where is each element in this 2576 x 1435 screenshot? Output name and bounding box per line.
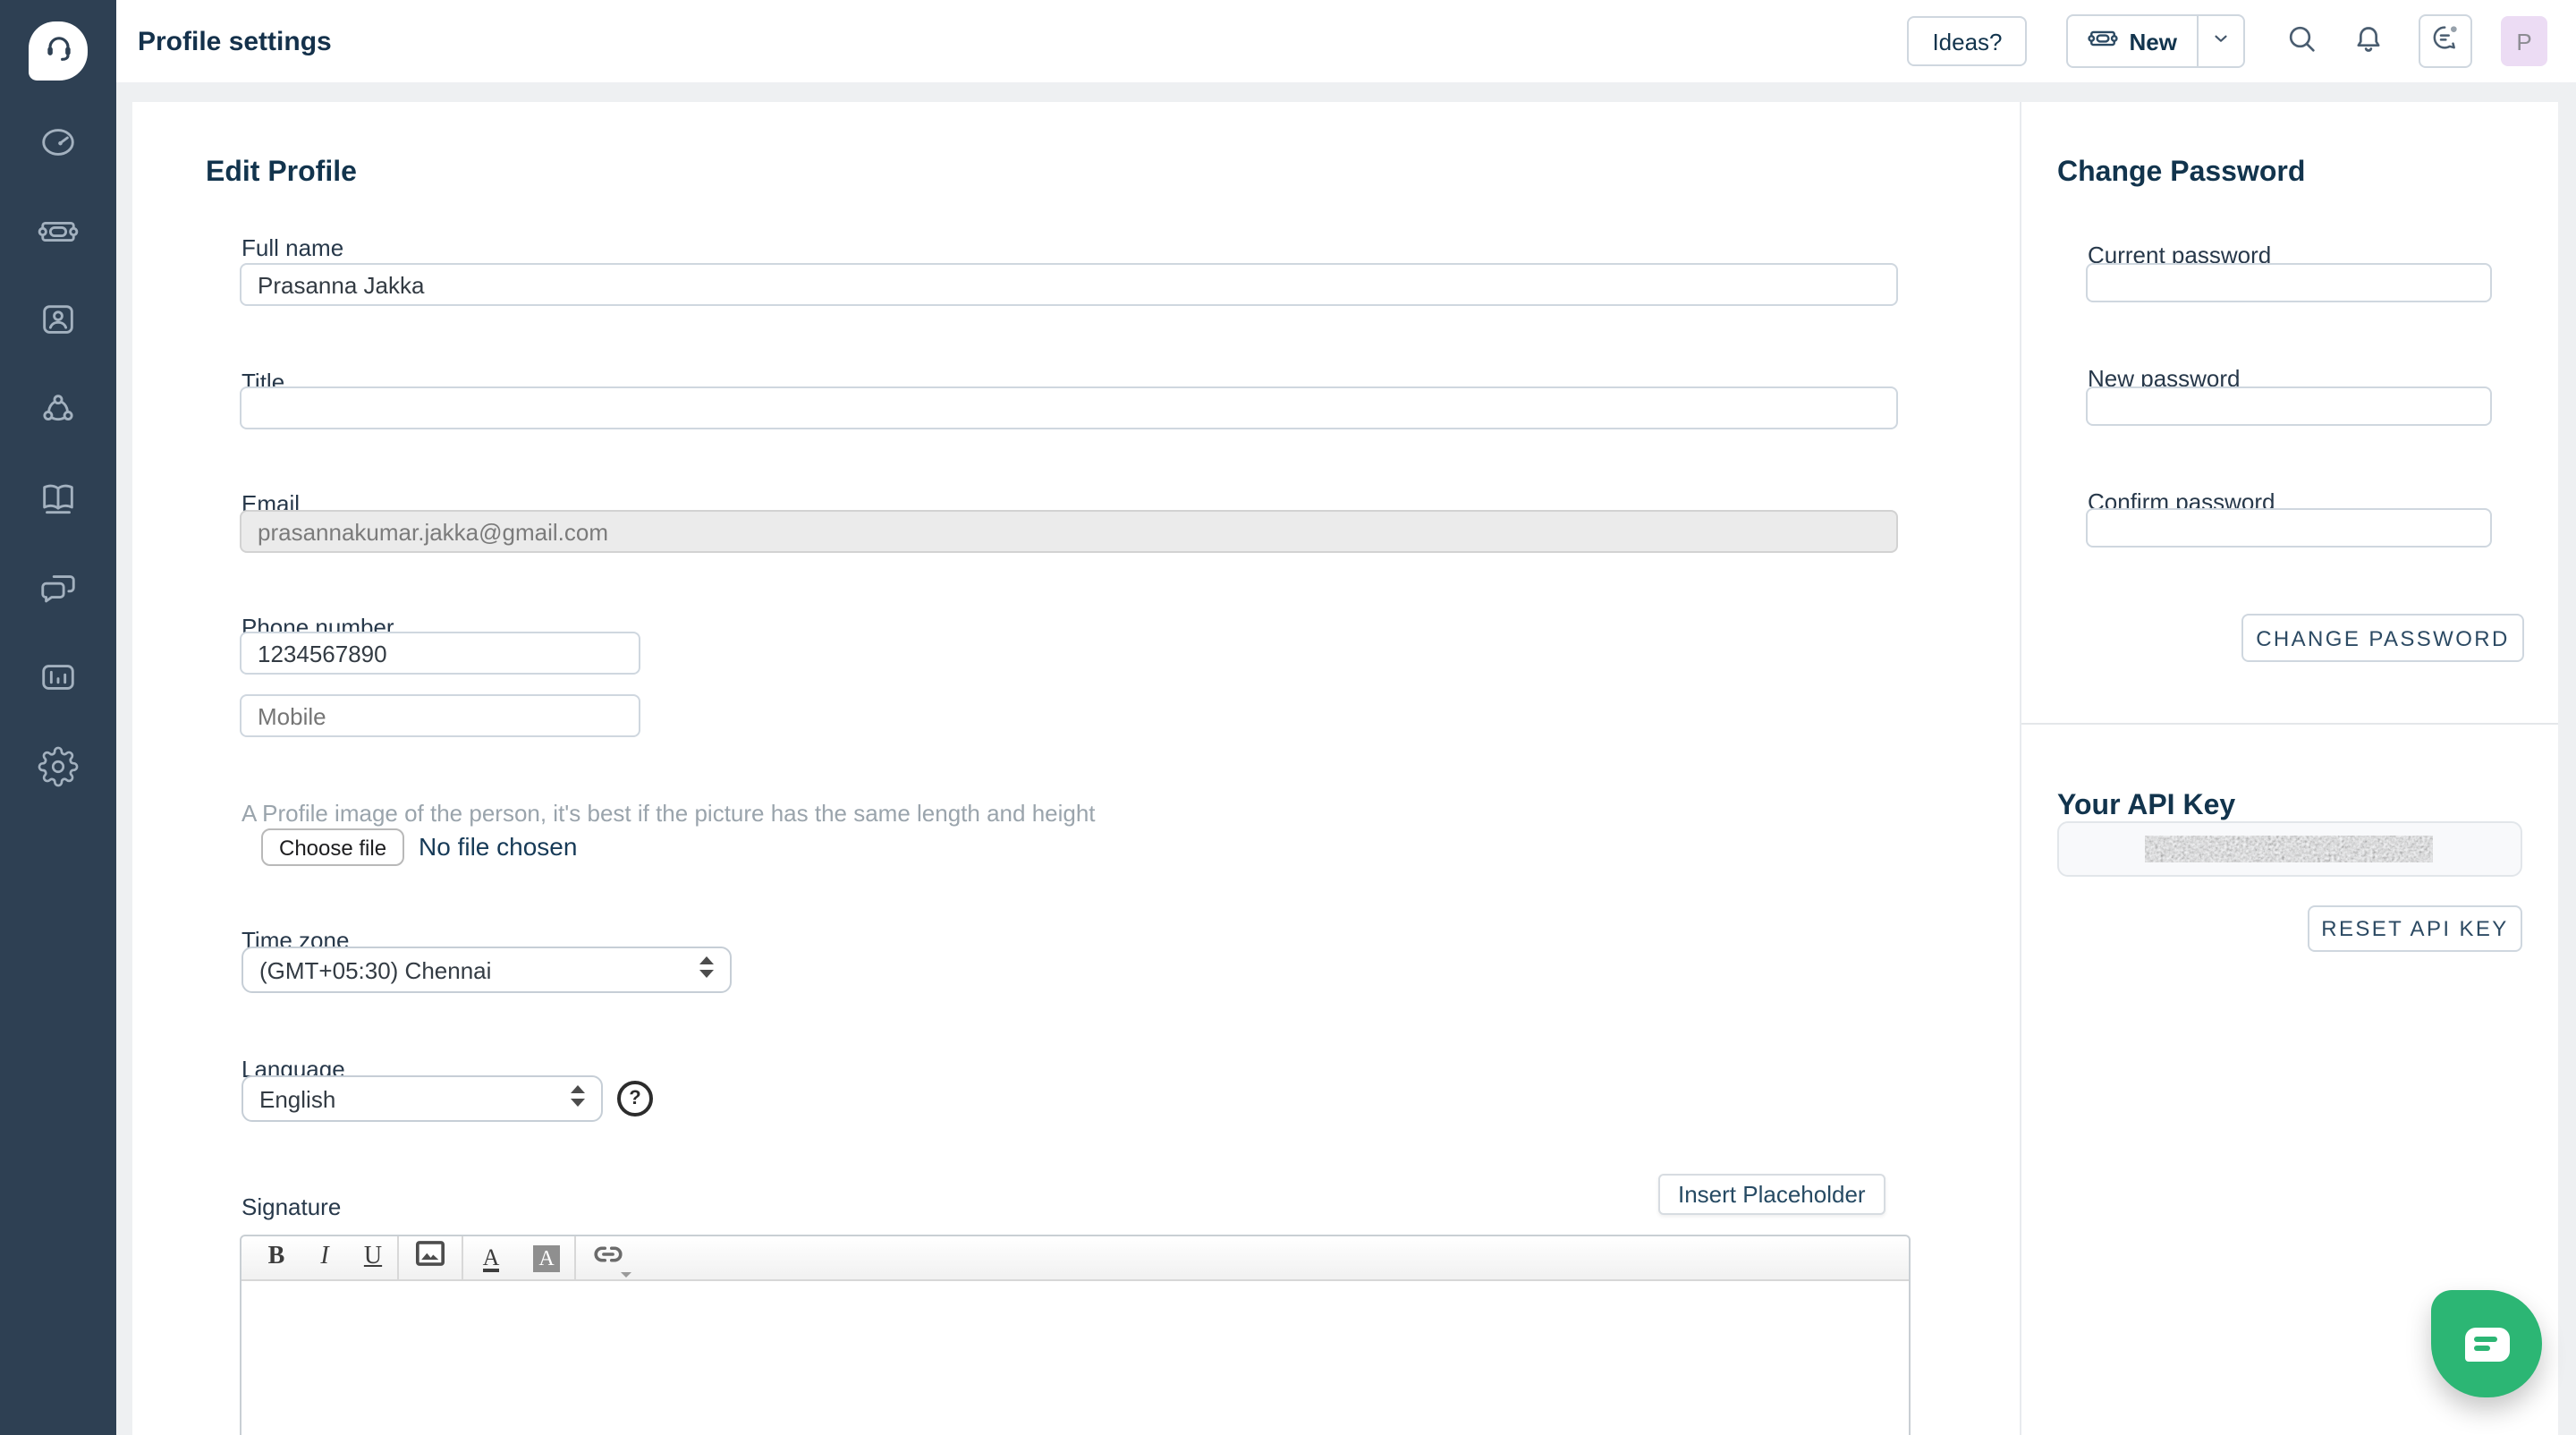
signature-editor[interactable]: B I U A A — [240, 1235, 1911, 1435]
insert-image-button[interactable] — [399, 1236, 462, 1279]
language-value: English — [259, 1085, 335, 1112]
phone-input[interactable] — [240, 632, 640, 675]
no-file-chosen-text: No file chosen — [419, 832, 577, 861]
social-icon — [38, 387, 79, 437]
insert-image-icon — [415, 1240, 445, 1276]
app-window: Profile settings Ideas? New — [0, 0, 2576, 1435]
bg-color-button[interactable]: A — [519, 1236, 576, 1279]
analytics-icon — [38, 656, 79, 706]
sidebar-item-settings[interactable] — [38, 750, 79, 791]
select-arrows-icon — [571, 1085, 585, 1112]
change-password-button[interactable]: CHANGE PASSWORD — [2241, 614, 2524, 662]
new-password-input[interactable] — [2086, 386, 2492, 426]
underline-button[interactable]: U — [349, 1236, 399, 1279]
whats-new-button[interactable] — [2419, 14, 2472, 68]
signature-label: Signature — [242, 1193, 341, 1220]
sidebar-item-contacts[interactable] — [38, 302, 79, 344]
api-key-heading: Your API Key — [2057, 791, 2235, 823]
solutions-icon — [38, 477, 79, 527]
panel-divider — [2020, 102, 2021, 1435]
search-icon — [2284, 21, 2320, 62]
tickets-icon — [38, 210, 79, 260]
bold-button[interactable]: B — [252, 1236, 301, 1279]
reset-api-key-button[interactable]: RESET API KEY — [2308, 905, 2522, 952]
profile-image-hint: A Profile image of the person, it's best… — [242, 800, 1096, 827]
notifications-button[interactable] — [2343, 16, 2394, 66]
content-area: Edit Profile Full name Title Email Phone… — [116, 82, 2576, 1435]
avatar-initial: P — [2516, 28, 2531, 55]
time-zone-select[interactable]: (GMT+05:30) Chennai — [242, 947, 732, 993]
link-caret-icon — [621, 1272, 631, 1278]
settings-icon — [38, 745, 79, 795]
dashboard-icon — [38, 121, 79, 171]
topbar: Profile settings Ideas? New — [116, 0, 2576, 82]
api-key-box — [2057, 821, 2522, 877]
full-name-label: Full name — [242, 234, 343, 261]
section-divider — [2021, 723, 2558, 725]
app-logo[interactable] — [29, 21, 88, 81]
page-title: Profile settings — [138, 26, 332, 56]
sidebar-item-tickets[interactable] — [38, 215, 79, 256]
ticket-icon — [2089, 23, 2119, 59]
font-color-button[interactable]: A — [463, 1236, 519, 1279]
insert-placeholder-button[interactable]: Insert Placeholder — [1658, 1174, 1885, 1215]
profile-settings-panel: Edit Profile Full name Title Email Phone… — [132, 102, 2558, 1435]
bell-icon — [2351, 21, 2386, 62]
current-password-input[interactable] — [2086, 263, 2492, 302]
sidebar — [0, 0, 116, 1435]
insert-link-icon — [592, 1241, 624, 1275]
contacts-icon — [38, 298, 79, 348]
sidebar-item-analytics[interactable] — [38, 660, 79, 701]
mobile-input[interactable] — [240, 694, 640, 737]
forums-icon — [38, 566, 79, 616]
chat-bubble-icon — [2464, 1327, 2509, 1361]
user-avatar[interactable]: P — [2501, 16, 2547, 66]
chevron-down-icon — [2211, 25, 2231, 57]
api-key-obscured-value — [2145, 836, 2433, 862]
search-button[interactable] — [2277, 16, 2327, 66]
sidebar-item-solutions[interactable] — [38, 481, 79, 522]
confirm-password-input[interactable] — [2086, 508, 2492, 548]
new-ticket-button[interactable]: New — [2069, 16, 2197, 66]
new-ticket-split-button: New — [2067, 14, 2245, 68]
change-password-heading: Change Password — [2057, 157, 2305, 190]
announcement-icon — [2428, 19, 2463, 64]
topbar-actions: Ideas? New — [1907, 0, 2547, 82]
email-input — [240, 510, 1898, 553]
new-ticket-label: New — [2130, 28, 2177, 55]
title-input[interactable] — [240, 386, 1898, 429]
headset-icon — [40, 29, 76, 73]
choose-file-button[interactable]: Choose file — [261, 828, 404, 866]
full-name-input[interactable] — [240, 263, 1898, 306]
edit-profile-heading: Edit Profile — [206, 157, 357, 190]
select-arrows-icon — [699, 956, 714, 983]
sidebar-item-social[interactable] — [38, 392, 79, 433]
sidebar-item-forums[interactable] — [38, 571, 79, 612]
signature-editing-area[interactable] — [242, 1281, 1909, 1435]
language-help-icon[interactable]: ? — [617, 1081, 653, 1117]
time-zone-value: (GMT+05:30) Chennai — [259, 956, 491, 983]
chat-widget-button[interactable] — [2431, 1290, 2542, 1397]
insert-link-button[interactable] — [576, 1236, 640, 1279]
new-ticket-dropdown[interactable] — [2197, 16, 2243, 66]
ideas-button[interactable]: Ideas? — [1907, 16, 2027, 66]
language-select[interactable]: English — [242, 1075, 603, 1122]
italic-button[interactable]: I — [301, 1236, 349, 1279]
sidebar-item-dashboard[interactable] — [38, 125, 79, 166]
signature-toolbar: B I U A A — [242, 1236, 1909, 1281]
